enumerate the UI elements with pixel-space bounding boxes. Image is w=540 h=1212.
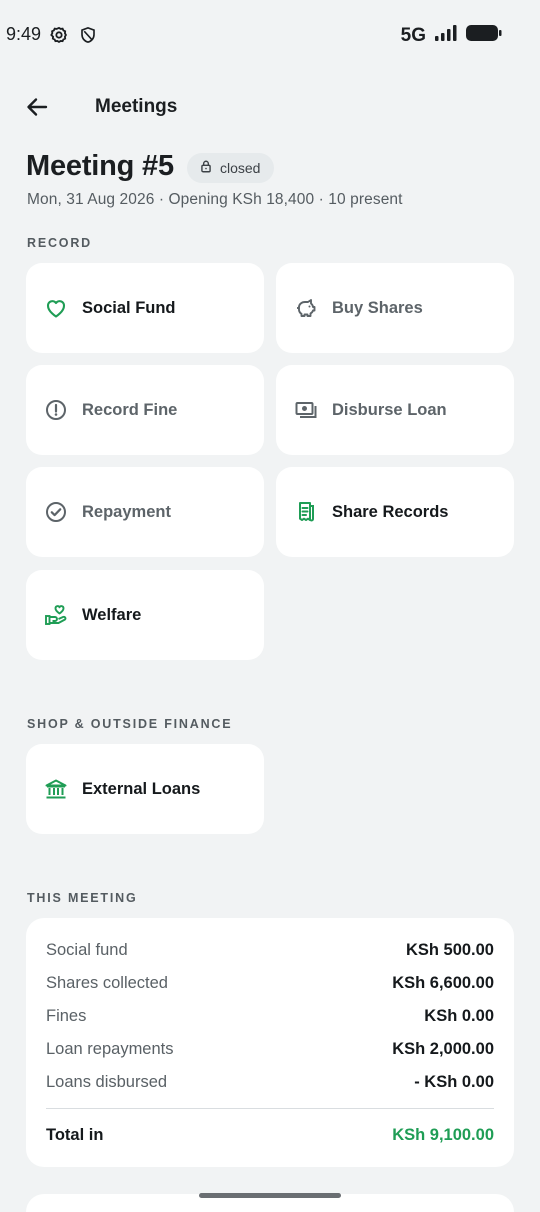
summary-value: KSh 6,600.00: [392, 974, 494, 992]
status-badge-label: closed: [220, 160, 261, 176]
buy-shares-button[interactable]: Buy Shares: [276, 263, 514, 353]
summary-value: - KSh 0.00: [414, 1073, 494, 1091]
external-loans-button[interactable]: External Loans: [26, 744, 264, 834]
section-label-record: RECORD: [27, 236, 92, 250]
heart-icon: [44, 296, 68, 320]
battery-icon: [466, 24, 502, 47]
card-label: Repayment: [82, 502, 171, 521]
settings-icon: [49, 24, 69, 46]
summary-total-row: Total in KSh 9,100.00: [46, 1126, 494, 1145]
hand-heart-icon: [44, 603, 68, 627]
bank-icon: [44, 777, 68, 801]
meeting-subtitle: Mon, 31 Aug 2026 · Opening KSh 18,400 · …: [27, 191, 403, 208]
record-fine-button[interactable]: Record Fine: [26, 365, 264, 455]
summary-value: KSh 2,000.00: [392, 1040, 494, 1058]
card-label: Welfare: [82, 605, 142, 624]
card-label: Social Fund: [82, 298, 176, 317]
card-label: External Loans: [82, 779, 201, 798]
signal-icon: [434, 24, 458, 47]
total-value: KSh 9,100.00: [392, 1126, 494, 1144]
status-time: 9:49: [6, 24, 42, 44]
status-bar: 9:49 5G: [0, 0, 540, 70]
network-type: 5G: [400, 24, 426, 46]
section-label-this-meeting: THIS MEETING: [27, 891, 138, 905]
disburse-loan-button[interactable]: Disburse Loan: [276, 365, 514, 455]
card-label: Share Records: [332, 502, 449, 521]
summary-label: Social fund: [46, 941, 128, 959]
receipt-icon: [294, 500, 318, 524]
cash-icon: [294, 398, 318, 422]
meeting-summary-card: Social fund KSh 500.00 Shares collected …: [26, 918, 514, 1167]
summary-row: Shares collected KSh 6,600.00: [46, 974, 494, 993]
card-label: Record Fine: [82, 400, 178, 419]
shield-icon: [79, 24, 99, 46]
card-label: Disburse Loan: [332, 400, 447, 419]
status-right: 5G: [401, 24, 502, 47]
piggy-bank-icon: [294, 296, 318, 320]
summary-value: KSh 0.00: [424, 1007, 494, 1025]
summary-label: Loan repayments: [46, 1040, 174, 1058]
repayment-button[interactable]: Repayment: [26, 467, 264, 557]
screen-title: Meetings: [95, 96, 178, 117]
lock-icon: [199, 159, 213, 177]
arrow-left-icon: [25, 95, 49, 124]
summary-value: KSh 500.00: [405, 941, 494, 959]
summary-divider: [46, 1108, 494, 1109]
summary-label: Shares collected: [46, 974, 168, 992]
summary-row: Fines KSh 0.00: [46, 1007, 494, 1026]
section-label-shop: SHOP & OUTSIDE FINANCE: [27, 717, 233, 731]
summary-label: Loans disbursed: [46, 1073, 168, 1091]
top-app-bar: Meetings: [0, 82, 540, 134]
welfare-button[interactable]: Welfare: [26, 570, 264, 660]
summary-row: Loans disbursed - KSh 0.00: [46, 1073, 494, 1092]
social-fund-button[interactable]: Social Fund: [26, 263, 264, 353]
share-records-button[interactable]: Share Records: [276, 467, 514, 557]
check-circle-icon: [44, 500, 68, 524]
summary-label: Fines: [46, 1007, 87, 1025]
summary-row: Loan repayments KSh 2,000.00: [46, 1040, 494, 1059]
status-badge: closed: [187, 153, 275, 183]
home-indicator[interactable]: [199, 1193, 341, 1198]
total-label: Total in: [46, 1126, 104, 1144]
summary-row: Social fund KSh 500.00: [46, 941, 494, 960]
card-label: Buy Shares: [332, 298, 423, 317]
back-button[interactable]: [20, 92, 54, 126]
meeting-title: Meeting #5: [26, 150, 174, 182]
alert-circle-icon: [44, 398, 68, 422]
